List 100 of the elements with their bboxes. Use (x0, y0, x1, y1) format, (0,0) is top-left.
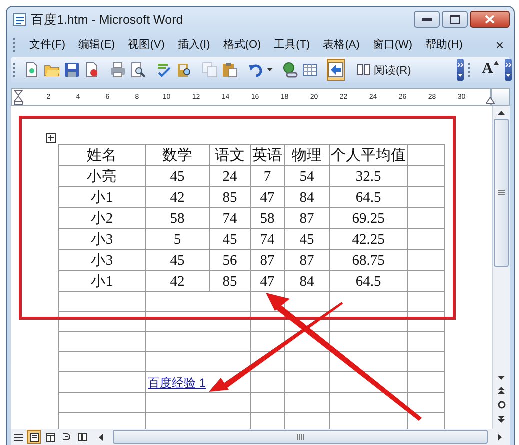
table-cell: 小1 (90, 190, 114, 206)
grip-icon (297, 434, 304, 440)
table-cell: 45 (170, 168, 185, 185)
table-cell: 87 (260, 252, 275, 269)
column-header: 物理 (292, 148, 322, 164)
next-page-icon[interactable] (498, 416, 505, 424)
right-indent-marker-icon[interactable] (486, 96, 495, 104)
printer-icon (110, 62, 126, 78)
view-icon (14, 432, 22, 442)
vertical-scrollbar[interactable] (492, 106, 510, 430)
document-icon (13, 13, 27, 28)
chevron-icon (505, 61, 512, 80)
view-button[interactable] (27, 430, 41, 444)
menu-item[interactable]: 表格(A) (316, 37, 366, 52)
column-header: 个人平均值 (331, 148, 406, 164)
menu-item[interactable]: 插入(I) (171, 37, 217, 52)
chevron-icon (457, 61, 464, 80)
page-icon (84, 62, 100, 78)
table-cell: 5 (174, 232, 182, 248)
table-cell: 47 (260, 190, 275, 206)
table-cell: 24 (222, 168, 238, 185)
table-cell: 64.5 (356, 274, 382, 290)
grid-icon (302, 62, 318, 78)
pages-icon (202, 62, 218, 78)
caret-icon (267, 68, 273, 72)
column-header: 姓名 (87, 148, 117, 164)
table-cell: 68.75 (352, 252, 385, 269)
horizontal-scroll-thumb[interactable] (113, 430, 488, 444)
indent-marker-icon[interactable] (14, 90, 23, 106)
view-icon (30, 432, 38, 442)
browse-object-icon[interactable] (498, 401, 506, 410)
menu-item[interactable]: 窗口(W) (366, 37, 420, 52)
close-button[interactable] (470, 11, 510, 28)
table-cell: 54 (300, 168, 314, 185)
grow-font-button[interactable]: A (478, 59, 504, 82)
table-cell: 42 (170, 190, 185, 206)
table-cell: 87 (300, 252, 314, 269)
table-cell: 42 (170, 274, 185, 290)
magnifier-icon (130, 62, 146, 78)
menu-item[interactable]: 工具(T) (268, 37, 317, 52)
toolbar-options-button[interactable] (457, 59, 464, 82)
table-cell: 小亮 (87, 168, 117, 185)
menu-item[interactable]: 编辑(E) (72, 37, 122, 52)
page-icon (24, 62, 40, 78)
table-cell: 85 (222, 274, 238, 290)
menu-item[interactable]: 视图(V) (122, 37, 172, 52)
minimize-button[interactable] (414, 11, 440, 28)
table-cell: 84 (300, 190, 314, 206)
table-cell: 32.5 (356, 168, 382, 185)
previous-page-icon[interactable] (498, 387, 505, 394)
table-cell: 58 (260, 210, 275, 227)
table-cell: 85 (222, 190, 238, 206)
read-button[interactable]: 阅读(R) (353, 59, 416, 82)
book-icon (357, 64, 371, 76)
table-cell: 56 (222, 252, 238, 269)
table-move-handle-icon[interactable] (46, 132, 56, 143)
view-button[interactable] (43, 430, 57, 444)
scroll-left-icon[interactable] (99, 434, 103, 441)
column-header: 英语 (252, 148, 282, 164)
table-cell: 74 (222, 210, 238, 227)
table-cell: 小3 (90, 252, 114, 269)
toolbar-options-button[interactable] (505, 59, 512, 82)
scroll-right-icon[interactable] (498, 434, 502, 441)
close-icon (485, 15, 495, 24)
view-icon (78, 432, 86, 442)
scroll-thumb[interactable] (494, 118, 509, 267)
grip-handle[interactable] (13, 63, 15, 78)
table-cell: 小1 (90, 274, 114, 290)
scroll-down-icon[interactable] (498, 376, 505, 380)
grip-icon (498, 190, 505, 196)
column-header: 数学 (162, 148, 192, 164)
window-title: 百度1.htm - Microsoft Word (31, 12, 184, 29)
minimize-icon (422, 18, 432, 22)
table-cell: 47 (260, 274, 275, 290)
table-cell: 64.5 (356, 190, 382, 206)
view-icon (46, 432, 54, 442)
grip-handle[interactable] (468, 63, 470, 78)
clipboard-icon (222, 62, 238, 78)
maximize-icon (450, 15, 460, 24)
table-cell: 45 (222, 232, 238, 248)
close-document-button[interactable]: × (490, 36, 510, 53)
table-cell: 87 (300, 210, 314, 227)
table-cell: 小2 (90, 210, 114, 227)
check-icon (156, 62, 172, 78)
table-cell: 42.25 (352, 232, 385, 248)
menu-item[interactable]: 帮助(H) (419, 37, 470, 52)
table-cell: 74 (260, 232, 275, 248)
caret-up-icon (494, 61, 500, 66)
grip-handle[interactable] (13, 38, 17, 52)
scroll-up-icon[interactable] (498, 110, 505, 115)
table-cell: 7 (264, 168, 272, 185)
document-map-button[interactable] (327, 59, 345, 82)
map-icon (328, 62, 344, 78)
menu-item[interactable]: 文件(F) (23, 37, 72, 52)
table-cell: 84 (300, 274, 314, 290)
table-cell: 45 (170, 252, 185, 269)
split-box[interactable] (491, 88, 510, 106)
globe-icon (282, 62, 298, 78)
menu-item[interactable]: 格式(O) (216, 37, 268, 52)
maximize-button[interactable] (442, 11, 468, 28)
